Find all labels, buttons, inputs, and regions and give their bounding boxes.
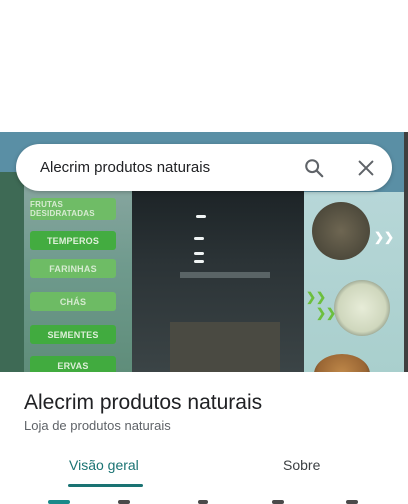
ceiling-light (194, 237, 204, 240)
storefront-wall (0, 172, 24, 372)
scrollbar[interactable] (404, 132, 408, 372)
rice-bowl-image (334, 280, 390, 336)
place-info-panel: Alecrim produtos naturais Loja de produt… (0, 372, 408, 504)
action-button-partial[interactable] (272, 500, 284, 504)
action-button-partial[interactable] (118, 500, 130, 504)
search-icon[interactable] (303, 157, 325, 179)
search-input[interactable]: Alecrim produtos naturais (40, 159, 210, 176)
store-tag: CHÁS (30, 292, 116, 311)
store-tag: SEMENTES (30, 325, 116, 344)
active-tab-indicator (68, 484, 143, 487)
ceiling-light (194, 260, 204, 263)
action-button-partial[interactable] (346, 500, 358, 504)
seeds-bowl-image (312, 202, 370, 260)
store-interior-floor (170, 322, 280, 372)
place-title: Alecrim produtos naturais (24, 391, 263, 414)
tab-overview[interactable]: Visão geral (69, 457, 139, 473)
store-tag: TEMPEROS (30, 231, 116, 250)
store-shelf (180, 272, 270, 278)
tab-about[interactable]: Sobre (283, 457, 320, 473)
search-bar[interactable]: Alecrim produtos naturais (16, 144, 392, 191)
ceiling-light (196, 215, 206, 218)
place-category: Loja de produtos naturais (24, 418, 171, 433)
ceiling-light (194, 252, 204, 255)
action-button-partial[interactable] (48, 500, 70, 504)
store-tag: FARINHAS (30, 259, 116, 278)
arrow-decoration: ❯❯ (306, 290, 327, 304)
arrow-decoration: ❯❯ (374, 230, 395, 244)
close-icon[interactable] (355, 157, 377, 179)
action-button-partial[interactable] (198, 500, 208, 504)
store-tag: FRUTAS DESIDRATADAS (30, 198, 116, 220)
store-tag: ERVAS (30, 356, 116, 372)
arrow-decoration: ❯❯ (316, 306, 337, 320)
